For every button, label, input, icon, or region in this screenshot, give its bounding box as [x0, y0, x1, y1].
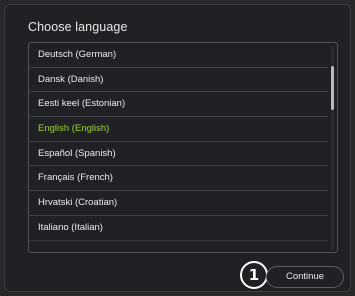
language-item-danish[interactable]: Dansk (Danish) — [29, 68, 328, 93]
language-list-items: Deutsch (German) Dansk (Danish) Eesti ke… — [29, 43, 328, 253]
language-item-french[interactable]: Français (French) — [29, 166, 328, 192]
language-item-spanish[interactable]: Español (Spanish) — [29, 142, 328, 167]
language-item-italian[interactable]: Italiano (Italian) — [29, 216, 328, 241]
screen: Choose language Deutsch (German) Dansk (… — [0, 0, 355, 296]
language-item-estonian[interactable]: Eesti keel (Estonian) — [29, 92, 328, 118]
language-item-german[interactable]: Deutsch (German) — [29, 43, 328, 68]
scrollbar[interactable] — [331, 47, 334, 250]
continue-button[interactable]: Continue — [266, 266, 344, 288]
step-number-marker: 1 — [240, 261, 268, 289]
language-item-croatian[interactable]: Hrvatski (Croatian) — [29, 191, 328, 216]
language-item-english[interactable]: English (English) — [29, 117, 328, 142]
language-list[interactable]: Deutsch (German) Dansk (Danish) Eesti ke… — [28, 42, 338, 253]
scrollbar-thumb[interactable] — [331, 66, 334, 110]
language-item-partial[interactable] — [29, 241, 328, 253]
dialog-title: Choose language — [28, 20, 128, 34]
language-dialog: Choose language Deutsch (German) Dansk (… — [4, 4, 351, 292]
